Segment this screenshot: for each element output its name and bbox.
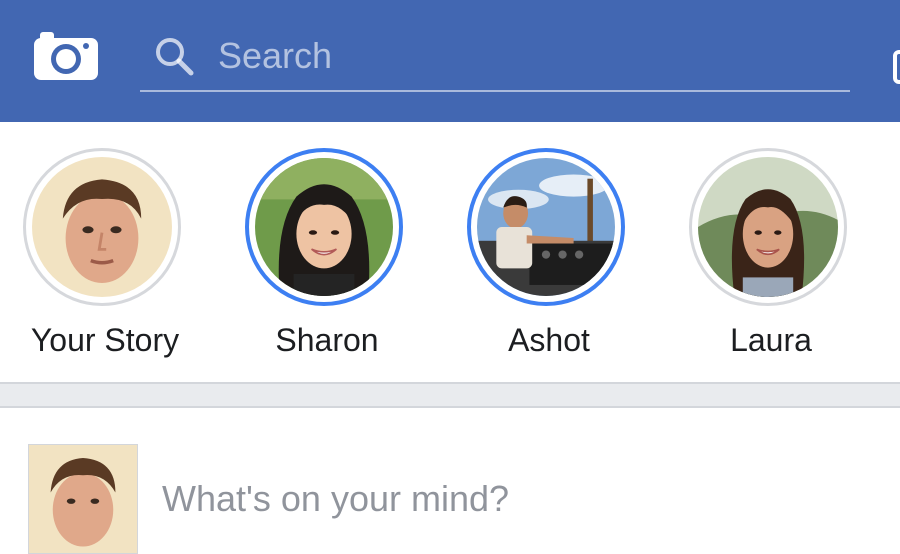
avatar-laura-photo: [698, 157, 838, 297]
avatar-your-profile-photo: [29, 445, 137, 553]
messenger-icon[interactable]: [893, 50, 900, 84]
story-ring: [689, 148, 847, 306]
story-name: Ashot: [508, 322, 590, 358]
story-name: Laura: [730, 322, 812, 358]
top-app-bar: [0, 0, 900, 122]
stories-tray: Your Story Sharon Ashot Laura: [0, 122, 900, 382]
story-laura[interactable]: Laura: [666, 122, 876, 372]
avatar-your-story-photo: [32, 157, 172, 297]
avatar: [698, 157, 838, 297]
search-icon: [156, 38, 194, 76]
story-name: Sharon: [275, 322, 379, 358]
story-your-story[interactable]: Your Story: [0, 122, 210, 372]
story-name: Your Story: [30, 322, 180, 358]
search-bar[interactable]: [140, 28, 850, 92]
camera-icon: [34, 32, 98, 80]
avatar: [255, 158, 393, 296]
story-ring-unseen: [245, 148, 403, 306]
story-ring: [23, 148, 181, 306]
avatar: [477, 158, 615, 296]
avatar: [32, 157, 172, 297]
story-ring-unseen: [467, 148, 625, 306]
camera-button[interactable]: [34, 32, 98, 80]
story-sharon[interactable]: Sharon: [222, 122, 432, 372]
search-input[interactable]: [218, 34, 818, 78]
composer-prompt[interactable]: What's on your mind?: [162, 478, 509, 520]
story-ashot[interactable]: Ashot: [444, 122, 654, 372]
composer-avatar[interactable]: [28, 444, 138, 554]
avatar-ashot-photo: [477, 158, 615, 296]
avatar-sharon-photo: [255, 158, 393, 296]
section-divider: [0, 382, 900, 408]
status-composer[interactable]: What's on your mind?: [0, 408, 900, 554]
